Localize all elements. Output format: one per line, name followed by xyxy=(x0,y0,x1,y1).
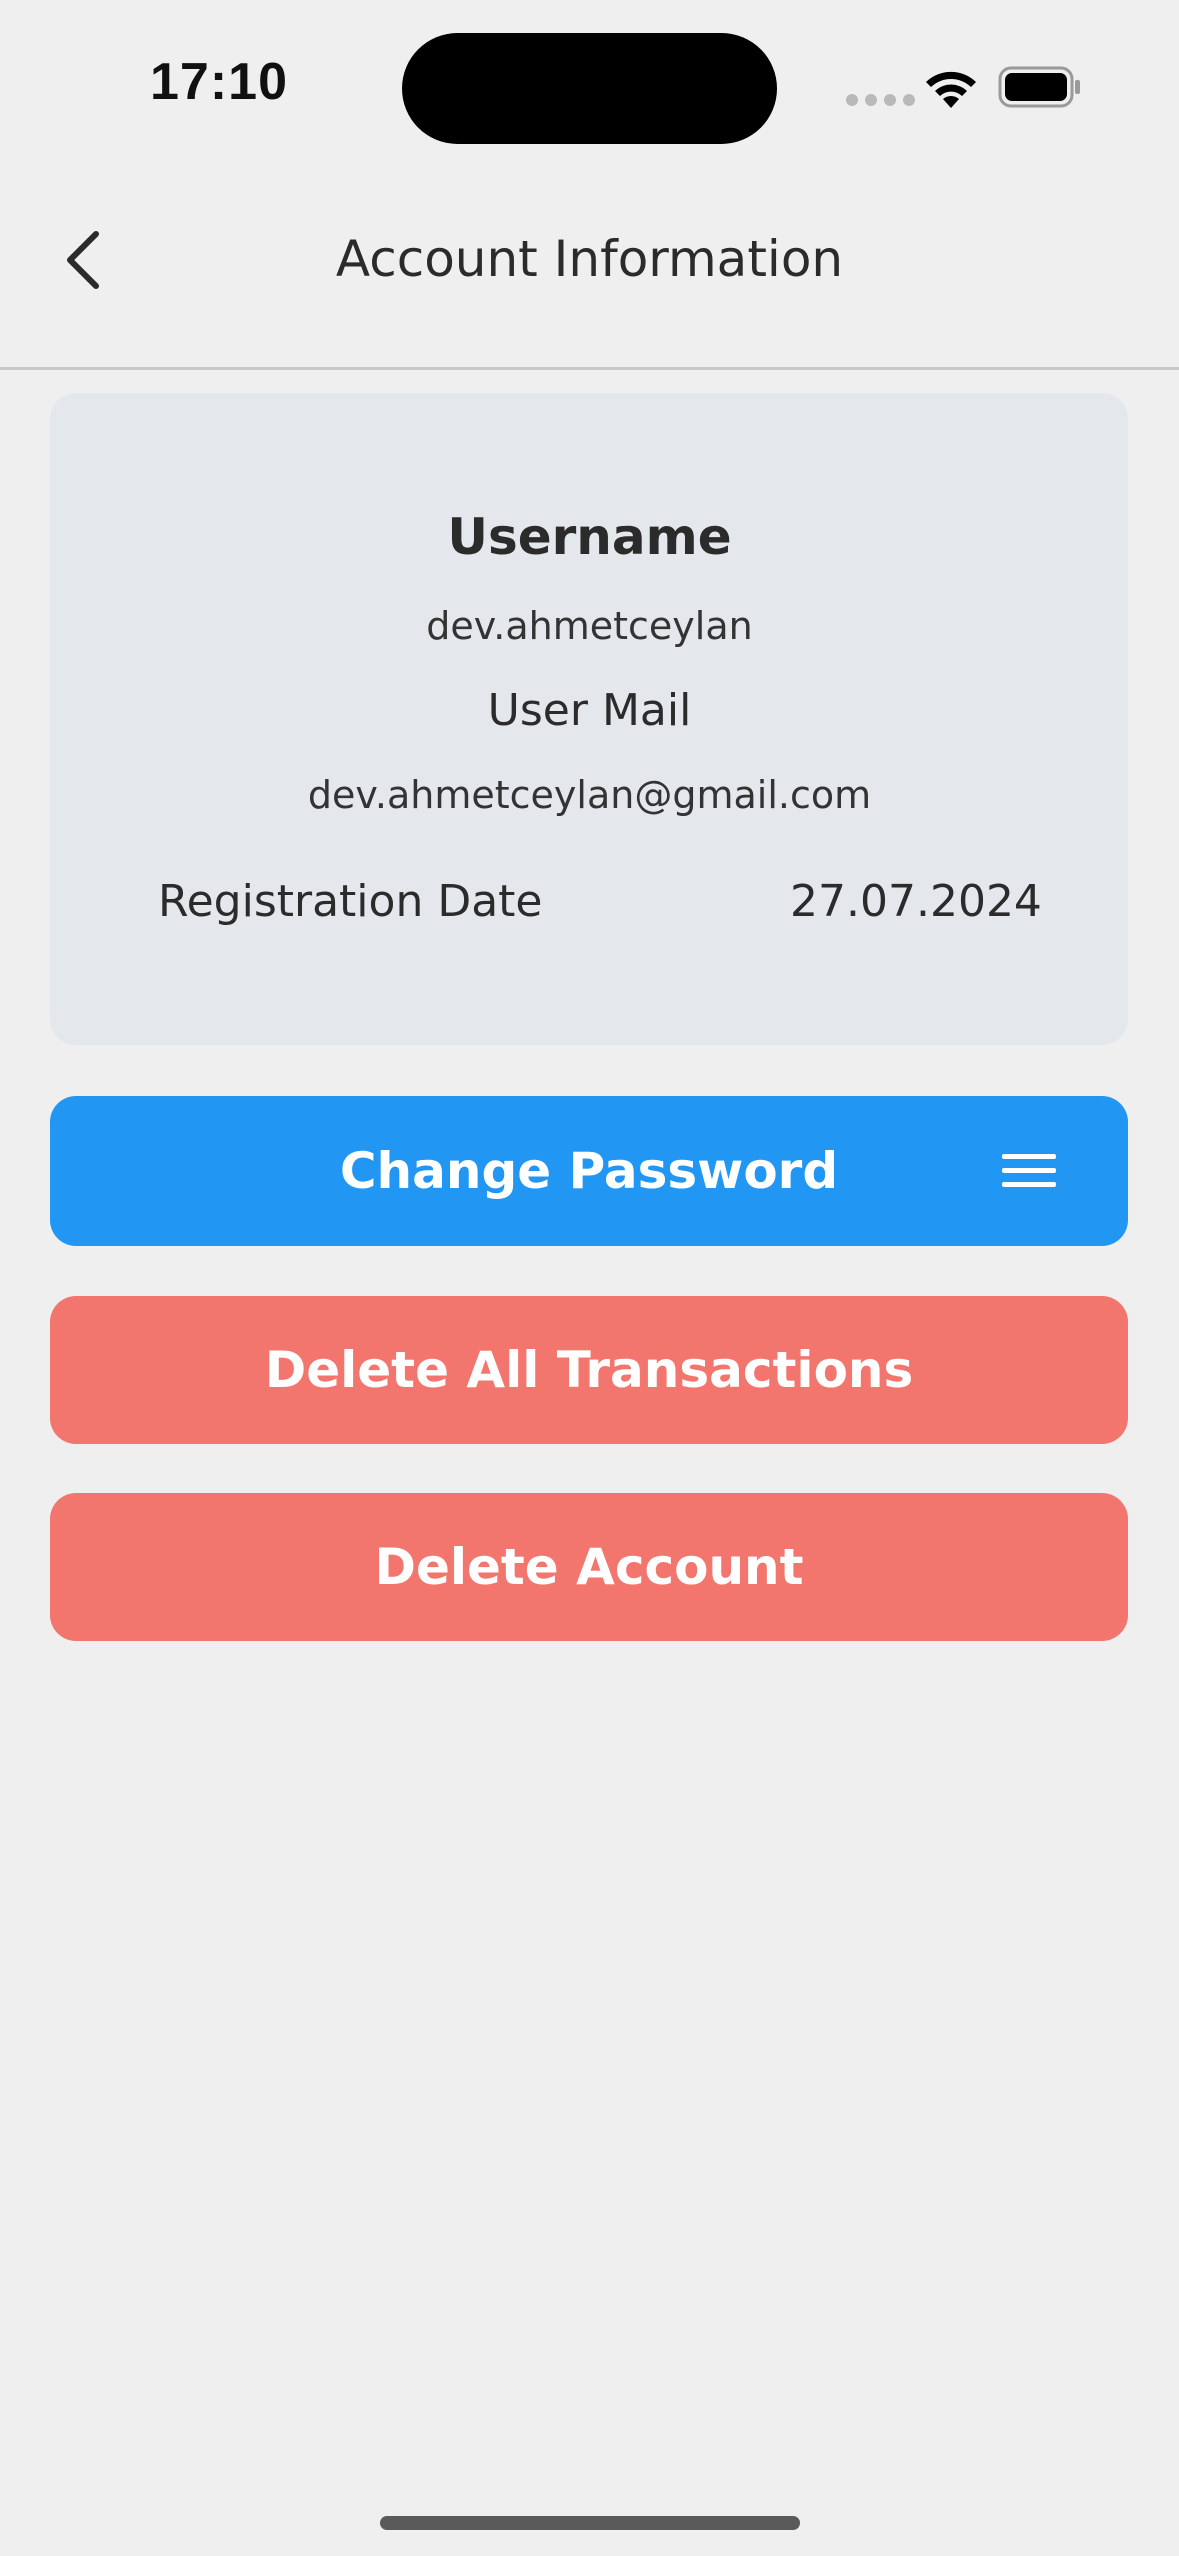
cellular-signal-icon xyxy=(846,94,915,106)
delete-account-button[interactable]: Delete Account xyxy=(50,1493,1128,1641)
page-title: Account Information xyxy=(335,230,844,288)
status-time: 17:10 xyxy=(150,53,288,111)
home-indicator[interactable] xyxy=(380,2516,800,2530)
change-password-button[interactable]: Change Password xyxy=(50,1096,1128,1246)
username-value: dev.ahmetceylan xyxy=(426,604,753,648)
menu-icon[interactable] xyxy=(1000,1151,1058,1191)
delete-all-transactions-button[interactable]: Delete All Transactions xyxy=(50,1296,1128,1444)
user-mail-label: User Mail xyxy=(487,685,692,736)
user-mail-value: dev.ahmetceylan@gmail.com xyxy=(307,773,872,817)
registration-date-label: Registration Date xyxy=(158,876,543,927)
header-divider xyxy=(0,367,1179,370)
registration-date-value: 27.07.2024 xyxy=(790,876,1042,927)
wifi-icon xyxy=(926,71,976,108)
username-label: Username xyxy=(447,508,732,566)
battery-icon xyxy=(998,66,1080,108)
dynamic-island xyxy=(402,33,777,144)
